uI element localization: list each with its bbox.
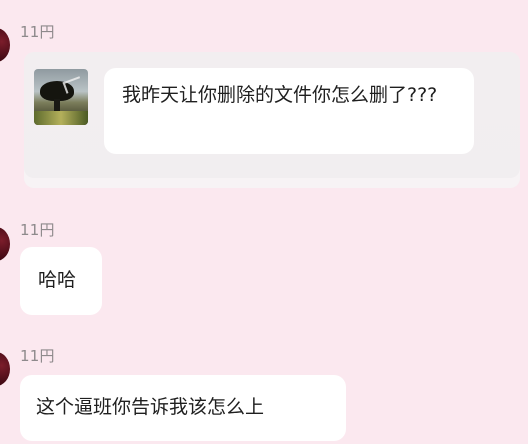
ground-shape	[34, 111, 88, 125]
sender-name: 11円	[20, 221, 55, 239]
sender-avatar[interactable]	[0, 227, 10, 261]
message-bubble[interactable]: 哈哈	[20, 247, 102, 315]
tree-trunk-shape	[54, 99, 60, 111]
sender-name: 11円	[20, 347, 55, 365]
message-bubble[interactable]: 我昨天让你删除的文件你怎么删了???	[104, 68, 474, 154]
sender-name: 11円	[20, 23, 55, 41]
lamp-shape	[62, 76, 84, 94]
sender-avatar[interactable]	[0, 352, 10, 386]
thumbnail-image[interactable]	[34, 69, 88, 125]
chat-screen: 11円 我昨天让你删除的文件你怎么删了??? 11円 哈哈 11円 这个逼班你告…	[0, 0, 528, 444]
message-bubble[interactable]: 这个逼班你告诉我该怎么上	[20, 375, 346, 441]
sender-avatar[interactable]	[0, 28, 10, 62]
